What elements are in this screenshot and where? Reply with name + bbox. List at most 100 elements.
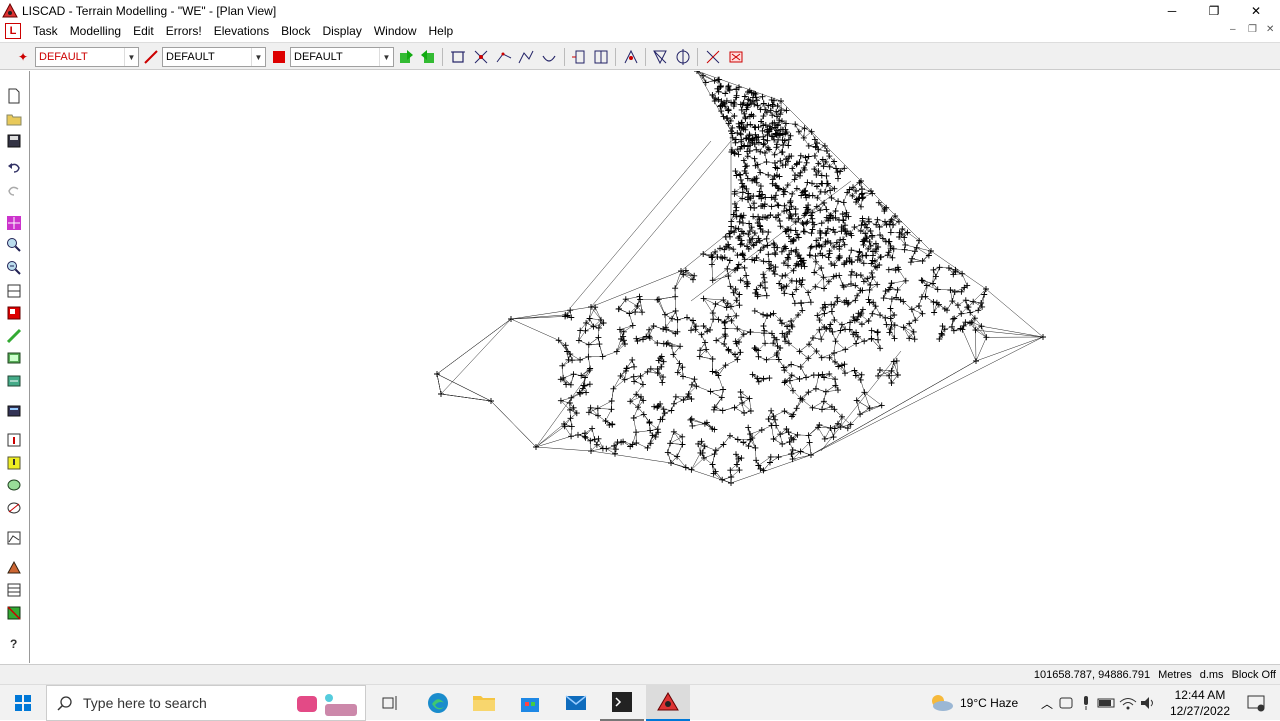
arc-icon[interactable] — [540, 48, 558, 66]
survey-point-marker — [732, 151, 738, 157]
menu-modelling[interactable]: Modelling — [64, 21, 127, 41]
erase-icon[interactable] — [727, 48, 745, 66]
polyline-icon[interactable] — [517, 48, 535, 66]
menu-edit[interactable]: Edit — [127, 21, 160, 41]
document-icon[interactable]: L — [5, 23, 21, 39]
menu-display[interactable]: Display — [316, 21, 367, 41]
pan-icon[interactable] — [6, 283, 22, 299]
line-icon[interactable] — [142, 48, 160, 66]
survey-point-marker — [736, 121, 742, 127]
survey-point-marker — [885, 252, 891, 258]
tin-edge — [589, 338, 599, 345]
layer-back-icon[interactable] — [419, 48, 437, 66]
tin-edge — [802, 400, 812, 408]
tin-edge — [839, 275, 843, 285]
tin-edge — [731, 307, 736, 316]
offset-icon[interactable] — [570, 48, 588, 66]
layers-icon[interactable] — [6, 350, 22, 366]
layer-forward-icon[interactable] — [397, 48, 415, 66]
survey-point-marker — [757, 188, 763, 194]
plan-view-canvas[interactable] — [31, 71, 1280, 663]
section-icon[interactable] — [6, 500, 22, 516]
line-layer-combo[interactable]: DEFAULT ▼ — [162, 47, 266, 67]
delete-triangles-icon[interactable] — [704, 48, 722, 66]
menu-task[interactable]: Task — [27, 21, 64, 41]
intersect-icon[interactable] — [472, 48, 490, 66]
tin-edge — [774, 439, 783, 444]
chevron-down-icon: ▼ — [251, 48, 265, 66]
menu-elevations[interactable]: Elevations — [208, 21, 275, 41]
join-points-icon[interactable] — [495, 48, 513, 66]
survey-point-marker — [967, 310, 973, 316]
menu-help[interactable]: Help — [423, 21, 460, 41]
tin-edge — [834, 409, 842, 417]
tin-edge — [801, 392, 809, 398]
save-icon[interactable] — [6, 133, 22, 149]
menu-window[interactable]: Window — [368, 21, 423, 41]
redraw-icon[interactable] — [6, 305, 22, 321]
close-button[interactable]: ✕ — [1234, 0, 1278, 21]
mdi-restore-button[interactable]: ❐ — [1248, 24, 1257, 35]
open-folder-icon[interactable] — [6, 111, 22, 127]
pencil-icon[interactable] — [6, 328, 22, 344]
network-icon[interactable] — [6, 605, 22, 621]
survey-point-marker — [906, 321, 912, 327]
area-layer-combo[interactable]: DEFAULT ▼ — [290, 47, 394, 67]
survey-point-marker — [757, 169, 763, 175]
point-layer-combo[interactable]: DEFAULT ▼ — [35, 47, 139, 67]
attributes-icon[interactable] — [6, 373, 22, 389]
zoom-in-icon[interactable] — [6, 237, 22, 253]
tin-edge — [676, 397, 684, 400]
fill-color-icon[interactable] — [270, 48, 288, 66]
measure-icon[interactable] — [592, 48, 610, 66]
tin-edge — [962, 330, 976, 361]
survey-point-marker — [717, 245, 723, 251]
survey-point-marker — [746, 221, 752, 227]
surface-icon[interactable] — [6, 477, 22, 493]
grid-table-icon[interactable] — [6, 582, 22, 598]
tin-edge — [799, 128, 805, 132]
point-icon[interactable]: ✦ — [14, 48, 32, 66]
volume-icon[interactable] — [6, 530, 22, 546]
mdi-minimize-button[interactable]: – — [1230, 24, 1236, 35]
area-layer-value: DEFAULT — [291, 51, 379, 63]
zoom-extents-icon[interactable] — [6, 215, 22, 231]
tin-edge — [830, 162, 834, 167]
menu-errors[interactable]: Errors! — [160, 21, 208, 41]
minimize-button[interactable]: ─ — [1150, 0, 1194, 21]
tin-edge — [598, 401, 612, 408]
calculator-icon[interactable] — [6, 403, 22, 419]
toolbar-separator — [442, 48, 443, 66]
tin-edge — [954, 314, 961, 319]
redo-icon[interactable] — [6, 183, 22, 199]
traverse-icon[interactable] — [622, 48, 640, 66]
select-window-icon[interactable] — [449, 48, 467, 66]
tin-edge — [831, 243, 834, 247]
warning-icon[interactable] — [6, 455, 22, 471]
liscad-app-icon — [2, 3, 18, 19]
survey-point-marker — [754, 97, 760, 103]
tin-edge — [816, 262, 821, 268]
mdi-close-button[interactable]: ✕ — [1266, 24, 1274, 35]
tin-edge — [725, 90, 730, 93]
tin-edge — [755, 233, 759, 238]
tin-edge — [730, 465, 737, 471]
profile-icon[interactable] — [6, 559, 22, 575]
zoom-out-icon[interactable] — [6, 260, 22, 276]
info-icon[interactable] — [6, 432, 22, 448]
help-icon[interactable]: ? — [6, 635, 22, 651]
tin-edge — [815, 277, 823, 286]
new-file-icon[interactable] — [6, 88, 22, 104]
undo-icon[interactable] — [6, 160, 22, 176]
tin-edge — [710, 319, 713, 330]
menu-block[interactable]: Block — [275, 21, 316, 41]
tin-edge — [862, 321, 869, 324]
triangulate-icon[interactable] — [651, 48, 669, 66]
contour-icon[interactable] — [674, 48, 692, 66]
tin-edge — [735, 194, 743, 199]
maximize-button[interactable]: ❐ — [1192, 0, 1236, 21]
tin-edge — [762, 426, 772, 430]
survey-point-marker — [853, 188, 859, 194]
tin-edge — [757, 183, 761, 186]
tin-edge — [783, 185, 788, 190]
